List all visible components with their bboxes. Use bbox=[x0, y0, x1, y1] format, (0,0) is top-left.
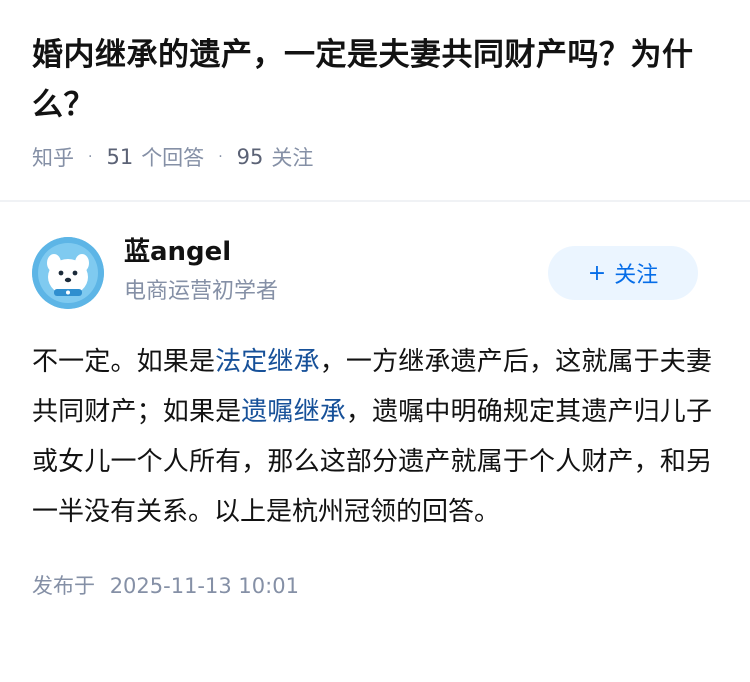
meta-separator: · bbox=[218, 149, 223, 165]
publish-label: 发布于 bbox=[32, 574, 95, 598]
avatar[interactable] bbox=[32, 237, 104, 309]
question-title[interactable]: 婚内继承的遗产，一定是夫妻共同财产吗？为什么？ bbox=[32, 30, 718, 130]
meta-separator: · bbox=[88, 149, 93, 165]
question-header: 婚内继承的遗产，一定是夫妻共同财产吗？为什么？ 知乎 · 51 个回答 · 95… bbox=[0, 0, 750, 170]
publish-info: 发布于 2025-11-13 10:01 bbox=[32, 571, 718, 601]
plus-icon: + bbox=[587, 260, 607, 286]
link-statutory-inheritance[interactable]: 法定继承 bbox=[215, 347, 320, 377]
answer-body: 不一定。如果是法定继承，一方继承遗产后，这就属于夫妻共同财产；如果是遗嘱继承，遗… bbox=[32, 337, 712, 537]
answer-count: 51 bbox=[106, 145, 134, 169]
author-name[interactable]: 蓝angel bbox=[124, 235, 231, 269]
source-label[interactable]: 知乎 bbox=[32, 142, 74, 172]
publish-time: 2025-11-13 10:01 bbox=[109, 574, 299, 598]
page: 婚内继承的遗产，一定是夫妻共同财产吗？为什么？ 知乎 · 51 个回答 · 95… bbox=[0, 0, 750, 682]
author-row: 蓝angel 电商运营初学者 + 关注 bbox=[32, 235, 718, 335]
link-testamentary-inheritance[interactable]: 遗嘱继承 bbox=[241, 397, 346, 427]
avatar-cartoon-dog-icon bbox=[32, 237, 104, 309]
follower-count-label: 关注 bbox=[271, 146, 314, 170]
answer-text: 不一定。如果是 bbox=[32, 347, 216, 377]
author-bio: 电商运营初学者 bbox=[124, 279, 279, 304]
follow-button[interactable]: + 关注 bbox=[548, 246, 698, 300]
answer-count-label: 个回答 bbox=[141, 146, 205, 170]
follower-count: 95 bbox=[236, 145, 264, 169]
answer-card: 蓝angel 电商运营初学者 + 关注 不一定。如果是法定继承，一方继承遗产后，… bbox=[0, 202, 750, 601]
question-meta: 知乎 · 51 个回答 · 95 关注 bbox=[32, 142, 718, 172]
follow-button-label: 关注 bbox=[614, 263, 659, 288]
